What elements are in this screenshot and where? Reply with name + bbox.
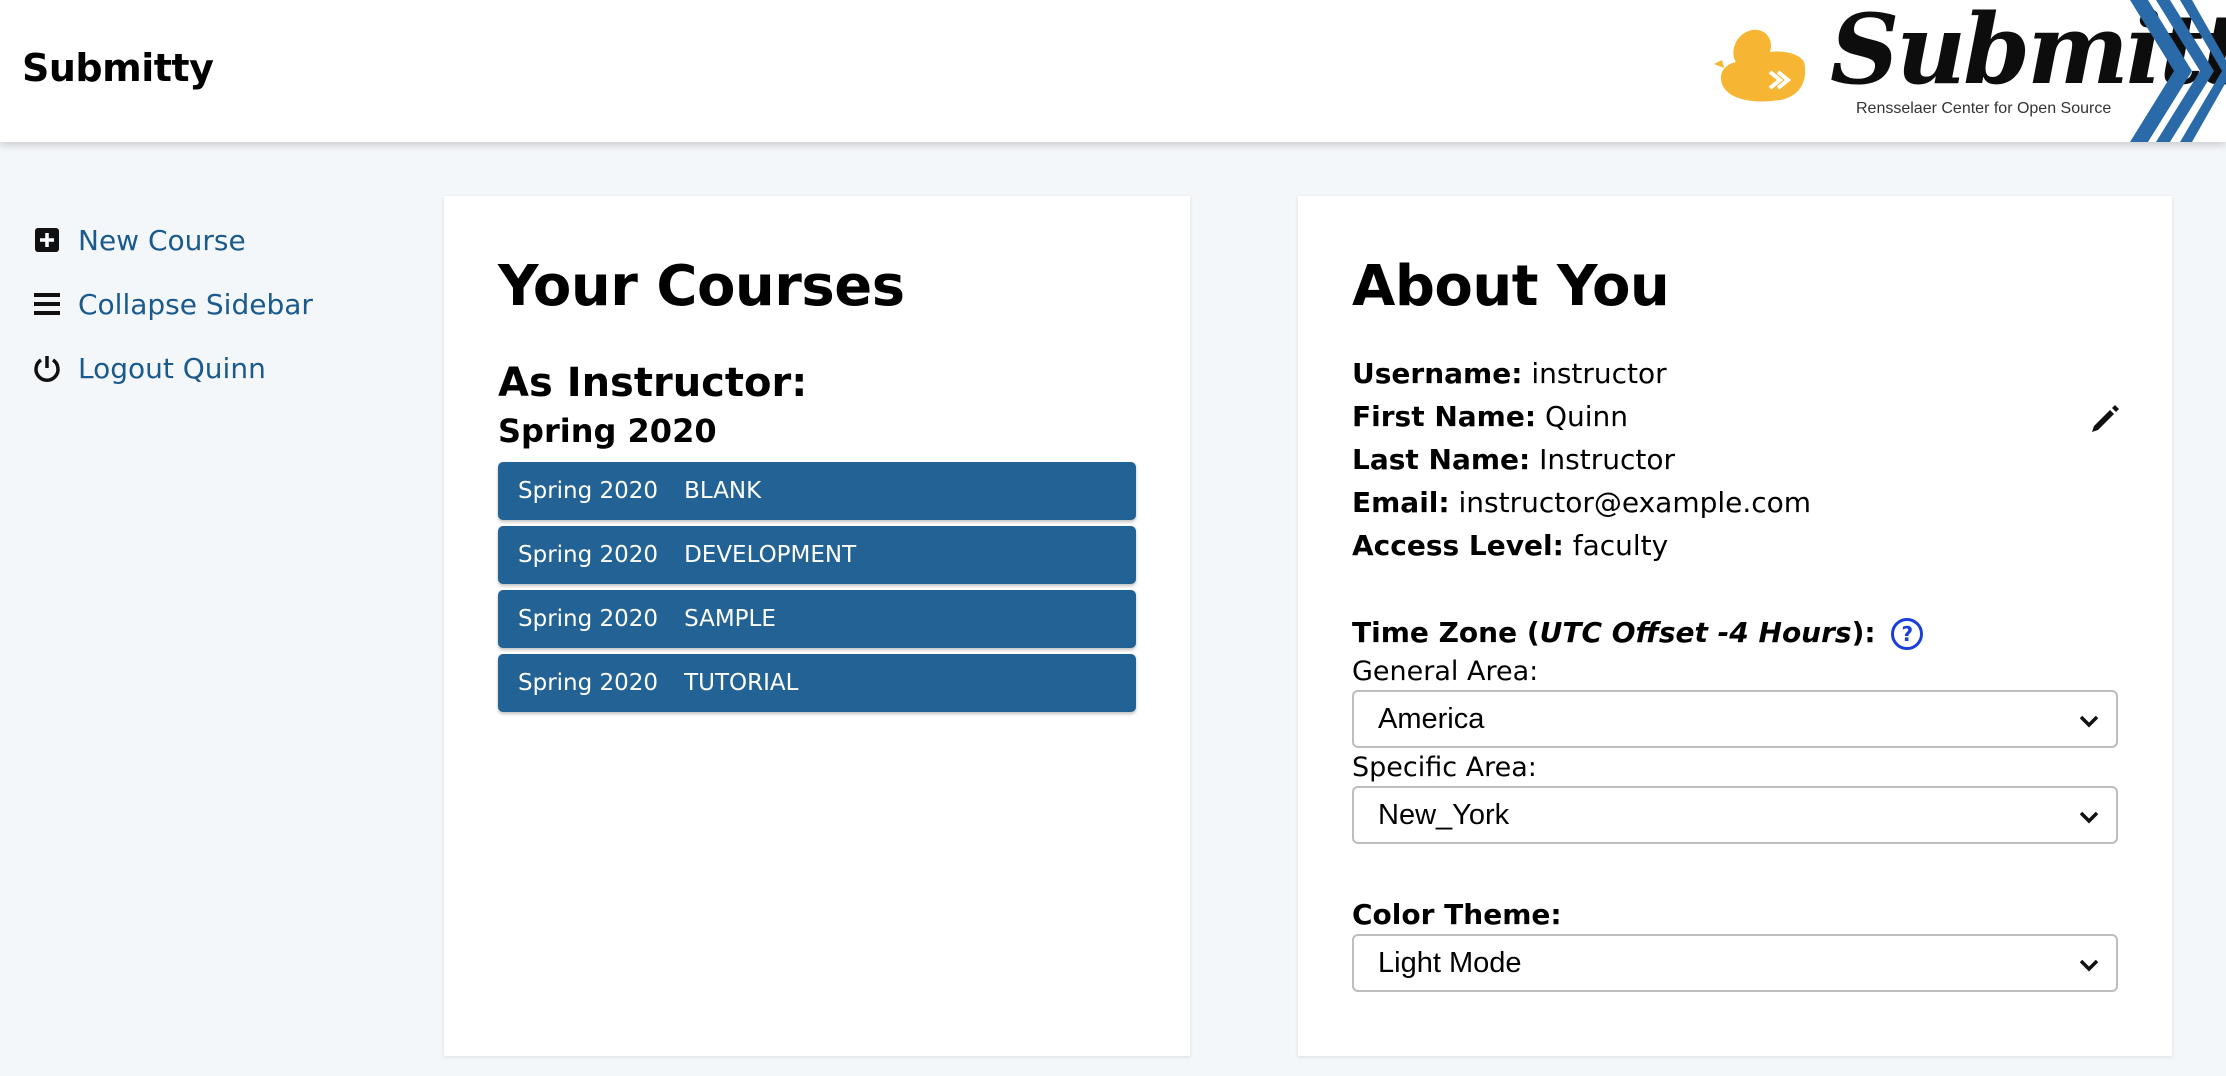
last-name-row: Last Name: Instructor: [1352, 443, 1675, 476]
access-level-row: Access Level: faculty: [1352, 529, 1669, 562]
plus-square-icon: [32, 225, 62, 255]
course-term: Spring 2020: [518, 478, 659, 504]
pencil-icon[interactable]: [2088, 402, 2122, 436]
role-heading: As Instructor:: [498, 360, 808, 406]
last-name-value: Instructor: [1539, 443, 1675, 476]
course-button-blank[interactable]: Spring 2020 BLANK: [498, 462, 1136, 520]
duck-logo-icon: [1714, 29, 1806, 102]
color-theme-select[interactable]: Light Mode: [1352, 934, 2118, 992]
course-name: BLANK: [684, 478, 762, 504]
username-row: Username: instructor: [1352, 357, 1667, 390]
chevron-down-icon: [2079, 959, 2099, 972]
sidebar: New Course Collapse Sidebar Logout Quinn: [32, 208, 362, 400]
course-term: Spring 2020: [518, 606, 659, 632]
help-icon[interactable]: ?: [1891, 618, 1924, 650]
course-name: SAMPLE: [684, 606, 776, 632]
top-header: Submitty Submitty Rensselaer Center for …: [0, 0, 2226, 142]
site-title[interactable]: Submitty: [22, 46, 214, 90]
first-name-value: Quinn: [1544, 400, 1628, 433]
chevron-down-icon: [2079, 811, 2099, 824]
email-value: instructor@example.com: [1458, 486, 1812, 519]
course-button-tutorial[interactable]: Spring 2020 TUTORIAL: [498, 654, 1136, 712]
utc-offset: UTC Offset -4 Hours: [1539, 616, 1852, 649]
courses-card: Your Courses As Instructor: Spring 2020 …: [444, 196, 1190, 1056]
collapse-sidebar-label: Collapse Sidebar: [78, 287, 313, 321]
timezone-label: Time Zone (UTC Offset -4 Hours): ?: [1352, 616, 1924, 650]
bars-icon: [32, 289, 62, 319]
logout-link[interactable]: Logout Quinn: [32, 336, 362, 400]
general-area-label: General Area:: [1352, 656, 1539, 687]
specific-area-select[interactable]: New_York: [1352, 786, 2118, 844]
specific-area-value: New_York: [1378, 798, 1510, 831]
course-button-development[interactable]: Spring 2020 DEVELOPMENT: [498, 526, 1136, 584]
logo-subtitle: Rensselaer Center for Open Source: [1856, 100, 2112, 117]
username-value: instructor: [1531, 357, 1667, 390]
logout-label: Logout Quinn: [78, 351, 266, 385]
power-icon: [32, 353, 62, 383]
course-term: Spring 2020: [518, 670, 659, 696]
chevron-down-icon: [2079, 715, 2099, 728]
course-list: Spring 2020 BLANK Spring 2020 DEVELOPMEN…: [498, 462, 1136, 718]
course-name: TUTORIAL: [684, 670, 799, 696]
user-info: Username: instructor First Name: Quinn L…: [1352, 352, 1811, 567]
color-theme-label: Color Theme:: [1352, 898, 1562, 931]
course-name: DEVELOPMENT: [684, 542, 857, 568]
general-area-value: America: [1378, 702, 1485, 735]
collapse-sidebar-link[interactable]: Collapse Sidebar: [32, 272, 362, 336]
course-button-sample[interactable]: Spring 2020 SAMPLE: [498, 590, 1136, 648]
new-course-link[interactable]: New Course: [32, 208, 362, 272]
general-area-select[interactable]: America: [1352, 690, 2118, 748]
color-theme-value: Light Mode: [1378, 946, 1522, 979]
about-card: About You Username: instructor First Nam…: [1298, 196, 2172, 1056]
access-level-value: faculty: [1572, 529, 1669, 562]
email-row: Email: instructor@example.com: [1352, 486, 1812, 519]
specific-area-label: Specific Area:: [1352, 752, 1537, 783]
about-title: About You: [1352, 254, 1670, 319]
term-heading: Spring 2020: [498, 412, 717, 450]
course-term: Spring 2020: [518, 542, 659, 568]
chevrons-logo-icon: [2130, 0, 2226, 142]
new-course-label: New Course: [78, 223, 246, 257]
courses-title: Your Courses: [498, 254, 905, 319]
first-name-row: First Name: Quinn: [1352, 400, 1628, 433]
